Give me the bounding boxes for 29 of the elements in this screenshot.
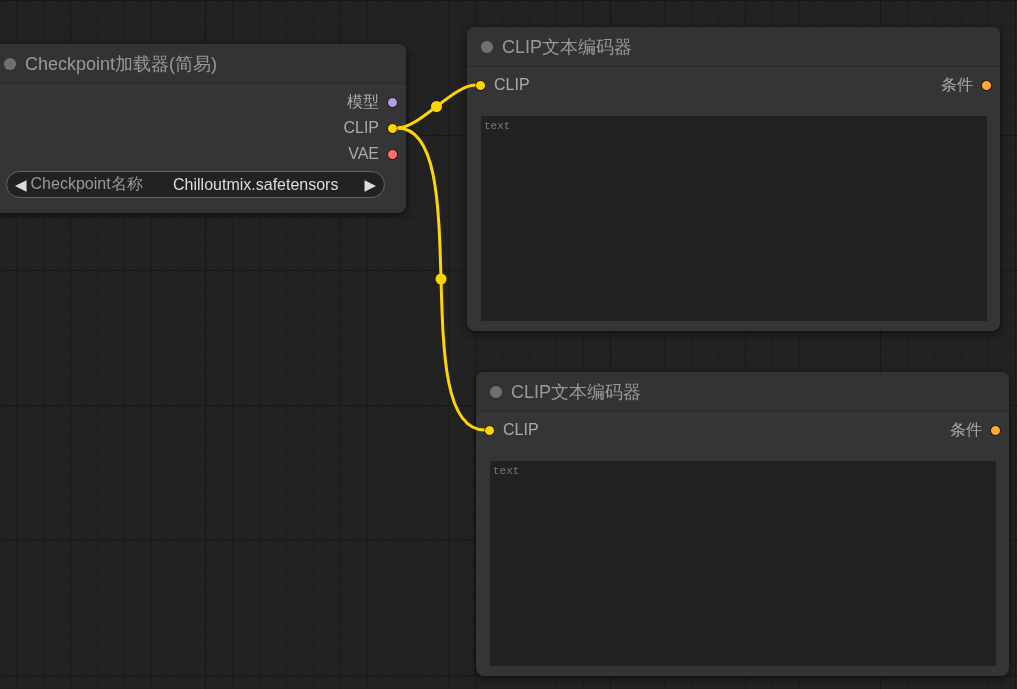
status-dot-icon xyxy=(481,40,493,53)
right-arrow-button[interactable]: ▶ xyxy=(364,175,376,194)
output-port-dot[interactable] xyxy=(990,424,1001,436)
link-wire[interactable] xyxy=(397,83,476,130)
output-port-dot[interactable] xyxy=(387,148,398,160)
input-label: CLIP xyxy=(503,421,539,439)
input-port-dot[interactable] xyxy=(484,424,495,436)
output-label: VAE xyxy=(348,145,379,163)
left-arrow-button[interactable]: ◀ xyxy=(15,175,27,194)
text-input-field[interactable]: text xyxy=(481,116,987,321)
input-port-dot[interactable] xyxy=(475,79,486,91)
input-label: CLIP xyxy=(494,76,530,94)
link-wire[interactable] xyxy=(397,126,485,432)
node-title: CLIP文本编码器 xyxy=(502,35,633,59)
output-label: 模型 xyxy=(347,91,379,112)
output-port-dot[interactable] xyxy=(981,79,992,91)
text-input-field[interactable]: text xyxy=(490,461,996,666)
output-label: 条件 xyxy=(941,74,973,95)
combo-label: Checkpoint名称 xyxy=(30,174,143,194)
status-dot-icon xyxy=(490,385,502,398)
output-label: 条件 xyxy=(950,419,982,440)
output-port-dot[interactable] xyxy=(387,96,398,108)
node-title: Checkpoint加载器(简易) xyxy=(25,52,218,76)
combo-value: Chilloutmix.safetensors xyxy=(173,175,339,194)
combo-widget[interactable]: ◀ Checkpoint名称 Chilloutmix.safetensors ▶ xyxy=(6,171,385,198)
output-label: CLIP xyxy=(343,119,379,137)
output-port-dot[interactable] xyxy=(387,122,398,134)
node-title: CLIP文本编码器 xyxy=(511,380,642,404)
status-dot-icon xyxy=(4,57,16,70)
